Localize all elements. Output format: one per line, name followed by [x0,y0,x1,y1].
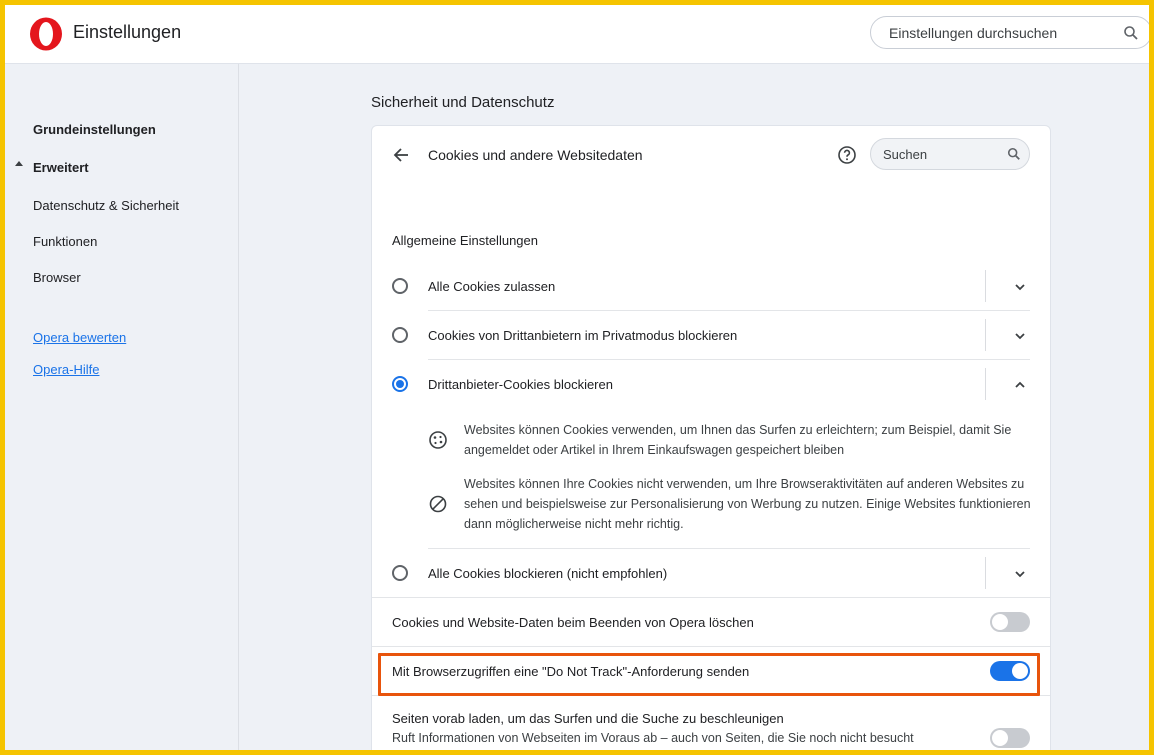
toggle-label: Seiten vorab laden, um das Surfen und di… [392,711,784,726]
sidebar-item-datenschutz[interactable]: Datenschutz & Sicherheit [33,198,179,213]
radio-block-third-party[interactable] [392,376,408,392]
card-title: Cookies und andere Websitedaten [428,147,643,163]
option-label: Alle Cookies blockieren (nicht empfohlen… [428,566,668,581]
settings-window: Einstellungen Grundeinstellungen Erweite… [5,5,1149,750]
sidebar-item-funktionen[interactable]: Funktionen [33,234,97,249]
sidebar-item-erweitert[interactable]: Erweitert [33,160,89,175]
divider [372,646,1050,647]
opera-logo-icon [30,17,62,51]
radio-block-all-cookies[interactable] [392,565,408,581]
divider [372,597,1050,598]
block-icon [429,495,447,513]
cookies-card: Cookies und andere Websitedaten Allgemei… [371,125,1051,750]
sidebar: Grundeinstellungen Erweitert Datenschutz… [5,64,239,750]
radio-block-third-party-private[interactable] [392,327,408,343]
sidebar-item-browser[interactable]: Browser [33,270,81,285]
link-opera-hilfe[interactable]: Opera-Hilfe [33,362,99,377]
toggle-label: Mit Browserzugriffen eine "Do Not Track"… [392,664,750,679]
chevron-up-icon[interactable] [1013,378,1027,392]
top-bar: Einstellungen [5,5,1149,64]
section-title: Sicherheit und Datenschutz [371,94,555,111]
chevron-down-icon[interactable] [1013,280,1027,294]
toggle-sublabel: Ruft Informationen von Webseiten im Vora… [392,731,914,745]
general-settings-heading: Allgemeine Einstellungen [392,233,538,248]
toggle-label: Cookies und Website-Daten beim Beenden v… [392,615,754,630]
divider [985,319,986,351]
divider [372,695,1050,696]
do-not-track-toggle[interactable] [990,661,1030,681]
back-arrow-icon[interactable] [392,146,410,164]
settings-search-input[interactable] [889,17,1109,48]
help-icon[interactable] [837,145,857,165]
settings-search-box[interactable] [870,16,1149,49]
divider [428,548,1030,549]
option-label: Alle Cookies zulassen [428,279,556,294]
chevron-down-icon[interactable] [1013,329,1027,343]
preload-pages-toggle[interactable] [990,728,1030,748]
caret-up-icon[interactable] [15,161,23,166]
option-label: Drittanbieter-Cookies blockieren [428,377,613,392]
divider [985,368,986,400]
option-label: Cookies von Drittanbietern im Privatmodu… [428,328,738,343]
divider [428,359,1030,360]
app-title: Einstellungen [73,22,182,42]
search-icon[interactable] [1123,25,1139,41]
detail-text-cookies-allowed: Websites können Cookies verwenden, um Ih… [464,423,1012,457]
radio-allow-all-cookies[interactable] [392,278,408,294]
cookies-search-input[interactable] [883,139,993,169]
sidebar-item-grundeinstellungen[interactable]: Grundeinstellungen [33,122,156,137]
divider [428,310,1030,311]
link-opera-bewerten[interactable]: Opera bewerten [33,330,126,345]
search-icon[interactable] [1007,147,1021,161]
cookies-search-box[interactable] [870,138,1030,170]
divider [985,270,986,302]
cookie-icon [429,431,447,449]
divider [985,557,986,589]
detail-text-cookies-blocked: Websites können Ihre Cookies nicht verwe… [464,477,1031,531]
chevron-down-icon[interactable] [1013,567,1027,581]
clear-on-exit-toggle[interactable] [990,612,1030,632]
